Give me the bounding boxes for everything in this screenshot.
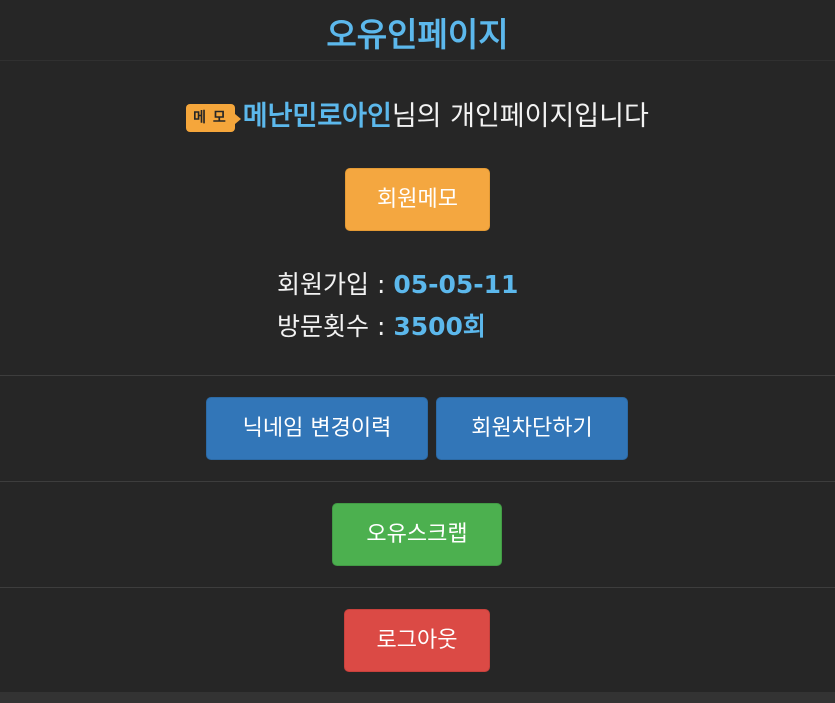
section-divider	[0, 375, 835, 376]
header-divider	[0, 60, 835, 61]
section-divider	[0, 481, 835, 482]
block-member-button[interactable]: 회원차단하기	[436, 397, 628, 460]
join-date-label: 회원가입 :	[277, 270, 394, 299]
join-date-row: 회원가입 : 05-05-11	[277, 265, 518, 301]
nickname-history-button[interactable]: 닉네임 변경이력	[206, 397, 428, 460]
username[interactable]: 메난민로아인	[243, 101, 392, 132]
member-memo-button[interactable]: 회원메모	[345, 168, 490, 231]
user-page: 오유인페이지 메 모 메난민로아인님의 개인페이지입니다 회원메모 회원가입 : …	[0, 0, 835, 703]
join-date-value: 05-05-11	[393, 270, 519, 299]
intro-line: 메 모 메난민로아인님의 개인페이지입니다	[0, 94, 835, 133]
visit-count-row: 방문횟수 : 3500회	[277, 307, 486, 343]
ou-scrap-button[interactable]: 오유스크랩	[332, 503, 502, 566]
visit-count-value: 3500회	[393, 312, 486, 341]
section-divider	[0, 587, 835, 588]
bottom-bar	[0, 692, 835, 703]
visit-count-label: 방문횟수 :	[277, 312, 394, 341]
intro-suffix: 님의 개인페이지입니다	[391, 101, 649, 132]
page-title: 오유인페이지	[326, 15, 509, 54]
logout-button[interactable]: 로그아웃	[344, 609, 490, 672]
memo-tag-icon[interactable]: 메 모	[186, 104, 241, 132]
